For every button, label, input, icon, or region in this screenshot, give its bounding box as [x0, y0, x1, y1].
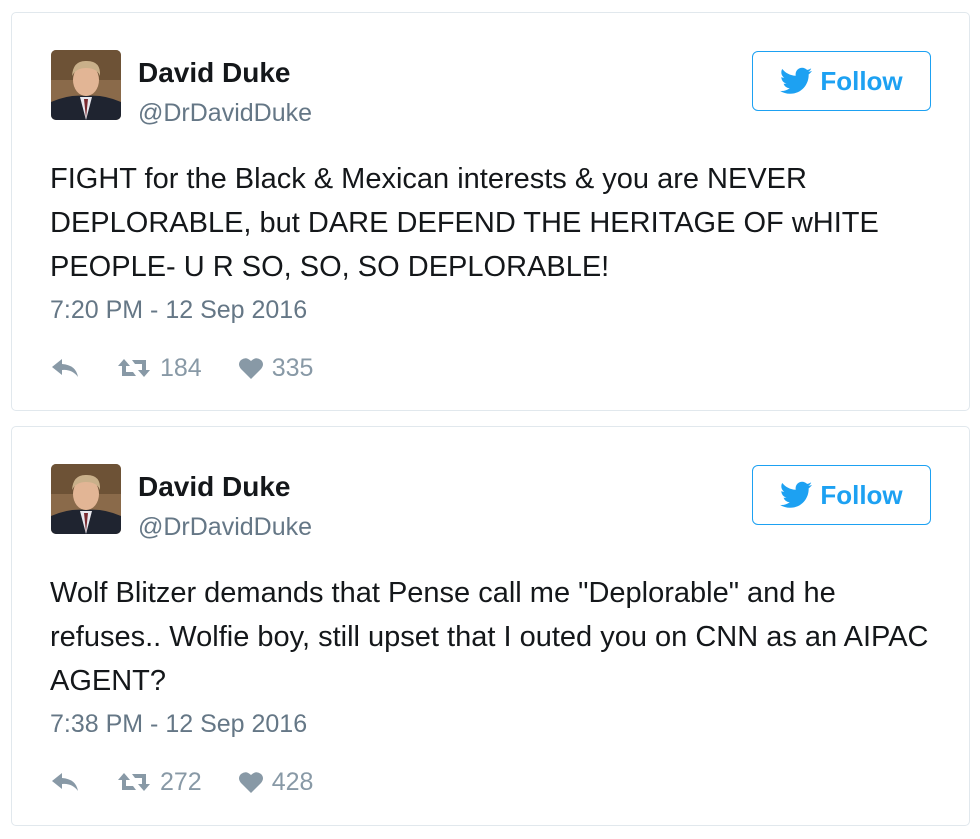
retweet-count: 272 — [160, 767, 202, 796]
heart-icon — [238, 358, 263, 379]
follow-label: Follow — [820, 65, 903, 96]
tweet-text: FIGHT for the Black & Mexican interests … — [50, 163, 879, 283]
user-handle[interactable]: @DrDavidDuke — [138, 99, 312, 128]
reply-button[interactable] — [50, 357, 80, 379]
retweet-button[interactable]: 272 — [116, 768, 202, 797]
retweet-icon — [118, 359, 150, 377]
reply-icon — [52, 359, 78, 377]
user-handle[interactable]: @DrDavidDuke — [138, 513, 312, 542]
follow-label: Follow — [820, 479, 903, 510]
user-name[interactable]: David Duke — [138, 471, 291, 503]
avatar[interactable] — [51, 50, 121, 120]
tweet-text: Wolf Blitzer demands that Pense call me … — [50, 577, 929, 697]
like-button[interactable]: 335 — [238, 353, 314, 383]
tweet-timestamp[interactable]: 7:38 PM - 12 Sep 2016 — [50, 710, 307, 739]
tweet-timestamp[interactable]: 7:20 PM - 12 Sep 2016 — [50, 296, 307, 325]
twitter-bird-icon — [780, 481, 813, 508]
avatar[interactable] — [51, 464, 121, 534]
tweet-card: David Duke @DrDavidDuke Follow Wolf Blit… — [11, 426, 970, 826]
retweet-button[interactable]: 184 — [116, 354, 202, 383]
tweet-actions: 272 428 — [50, 765, 313, 799]
twitter-bird-icon — [780, 67, 813, 94]
tweet-card: David Duke @DrDavidDuke Follow FIGHT for… — [11, 12, 970, 411]
reply-button[interactable] — [50, 771, 80, 793]
retweet-count: 184 — [160, 353, 202, 382]
like-count: 428 — [271, 767, 314, 796]
tweet-actions: 184 335 — [50, 351, 313, 385]
user-name[interactable]: David Duke — [138, 57, 291, 89]
heart-icon — [238, 772, 263, 793]
reply-icon — [52, 773, 78, 791]
like-count: 335 — [271, 353, 314, 382]
retweet-icon — [118, 773, 150, 791]
follow-button[interactable]: Follow — [752, 51, 931, 111]
follow-button[interactable]: Follow — [752, 465, 931, 525]
like-button[interactable]: 428 — [238, 767, 314, 797]
